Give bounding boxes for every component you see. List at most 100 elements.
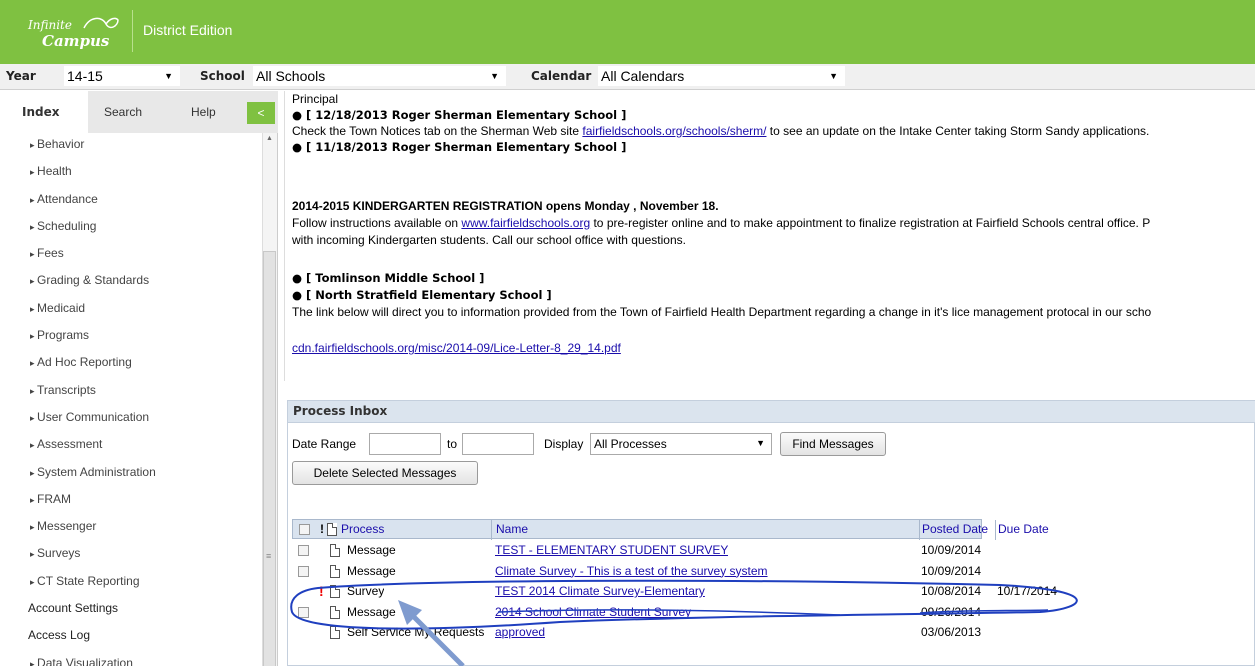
expand-arrow-icon: ▸ [30,331,38,342]
fairfield-schools-link[interactable]: www.fairfieldschools.org [461,216,590,230]
sidebar-item-ct-state-reporting[interactable]: ▸ CT State Reporting [0,572,260,599]
collapse-sidebar-button[interactable]: < [247,102,275,124]
delete-selected-messages-button[interactable]: Delete Selected Messages [292,461,478,485]
message-name-link[interactable]: TEST 2014 Climate Survey-Elementary [495,582,705,602]
sherman-web-link[interactable]: fairfieldschools.org/schools/sherm/ [582,124,766,138]
sidebar-item-fram[interactable]: ▸ FRAM [0,490,260,517]
main-content: Principal ● [ 12/18/2013 Roger Sherman E… [284,91,1255,666]
school-select[interactable]: All Schools ▼ [253,66,506,86]
message-name-link[interactable]: 2014 School Climate Student Survey [495,603,691,623]
logo-text-campus: Campus [42,32,110,50]
resize-grip-icon[interactable]: ≡ [266,551,271,561]
sidebar-item-assessment[interactable]: ▸ Assessment [0,435,260,462]
sidebar-item-label: Surveys [37,546,81,561]
row-checkbox[interactable] [298,565,309,577]
expand-arrow-icon: ▸ [30,221,38,232]
display-label: Display [544,437,584,451]
sidebar-item-label: Messenger [37,519,97,534]
table-row[interactable]: Self Service My Requests approved 03/06/20… [292,623,982,643]
sidebar-item-label: User Communication [37,409,150,424]
sidebar-item-scheduling[interactable]: ▸ Scheduling [0,217,260,244]
scroll-up-arrow-icon[interactable]: ▲ [266,135,273,142]
chevron-left-icon: < [257,106,265,120]
sidebar-item-access-log[interactable]: Access Log [0,626,260,653]
display-select[interactable]: All Processes ▼ [590,433,772,455]
sidebar-item-messenger[interactable]: ▸ Messenger [0,517,260,544]
context-filter-bar: Year 14-15 ▼ School All Schools ▼ Calend… [0,64,1255,90]
process-inbox-title: Process Inbox [288,401,1255,423]
notice-text-part: to see an update on the Intake Center ta… [766,124,1150,138]
year-select[interactable]: 14-15 ▼ [64,66,180,86]
sidebar-item-label: Account Settings [28,601,119,616]
dropdown-arrow-icon: ▼ [164,71,173,81]
due-date-cell: 10/17/2014 [997,584,1058,598]
sidebar-item-account-settings[interactable]: Account Settings [0,599,260,626]
sidebar-item-label: Ad Hoc Reporting [37,355,132,370]
sidebar-item-programs[interactable]: ▸ Programs [0,326,260,353]
sidebar-item-ad-hoc-reporting[interactable]: ▸ Ad Hoc Reporting [0,353,260,380]
notice-heading: ● [ 12/18/2013 Roger Sherman Elementary … [292,108,627,122]
notice-text-part: to pre-register online and to make appoi… [590,216,1151,230]
process-cell: Self Service My Requests [347,625,485,639]
sidebar-scrollbar-thumb[interactable] [263,251,276,666]
notice-heading-text: [ 12/18/2013 Roger Sherman Elementary Sc… [306,108,627,122]
user-notices-panel: Principal ● [ 12/18/2013 Roger Sherman E… [284,91,1255,381]
table-header-row: ! Process Name Posted Date Due Date [292,519,1049,540]
logo-swoosh-icon [83,17,119,29]
display-select-value: All Processes [594,437,667,451]
tab-search[interactable]: Search [104,105,142,119]
sidebar-item-attendance[interactable]: ▸ Attendance [0,190,260,217]
name-column-header[interactable]: Name [496,520,528,540]
sidebar: Index Search Help < ▸ Behavior ▸ Health ▸ … [0,91,278,666]
process-column-header[interactable]: Process [341,520,384,540]
date-from-input[interactable] [369,433,441,455]
column-divider [995,520,996,540]
lice-letter-link[interactable]: cdn.fairfieldschools.org/misc/2014-09/Li… [292,341,621,355]
sidebar-item-surveys[interactable]: ▸ Surveys [0,544,260,571]
sidebar-tabs: Index Search Help < [0,91,278,133]
sidebar-item-label: Fees [37,246,64,261]
sidebar-item-label: Data Visualization [37,655,133,666]
row-checkbox[interactable] [298,606,309,618]
tab-index[interactable]: Index [0,91,88,133]
date-to-label: to [447,437,458,451]
table-row[interactable]: ! Survey TEST 2014 Climate Survey-Elementa… [292,582,1057,602]
year-select-value: 14-15 [67,68,103,84]
school-label: School [200,69,245,83]
sidebar-item-health[interactable]: ▸ Health [0,162,260,189]
notice-heading: ● [ 11/18/2013 Roger Sherman Elementary … [292,140,627,154]
sidebar-item-fees[interactable]: ▸ Fees [0,244,260,271]
sidebar-item-label: CT State Reporting [37,573,140,588]
message-name-link[interactable]: approved [495,623,545,643]
due-date-column-header[interactable]: Due Date [998,520,1049,540]
message-name-link[interactable]: Climate Survey - This is a test of the s… [495,562,768,582]
calendar-select[interactable]: All Calendars ▼ [598,66,845,86]
row-checkbox[interactable] [298,545,309,556]
sidebar-item-medicaid[interactable]: ▸ Medicaid [0,299,260,326]
expand-arrow-icon: ▸ [30,167,38,178]
table-row[interactable]: Message Climate Survey - This is a test o… [292,562,982,582]
sidebar-item-transcripts[interactable]: ▸ Transcripts [0,381,260,408]
tab-help[interactable]: Help [191,105,216,119]
infinite-campus-logo[interactable]: Infinite Campus [28,14,124,50]
sidebar-item-behavior[interactable]: ▸ Behavior [0,135,260,162]
posted-date-cell: 03/06/2013 [921,625,982,639]
table-row[interactable]: Message TEST - ELEMENTARY STUDENT SURVEY 1… [292,541,982,561]
expand-arrow-icon: ▸ [30,412,38,423]
select-all-checkbox[interactable] [299,524,310,535]
sidebar-item-grading-standards[interactable]: ▸ Grading & Standards [0,271,260,298]
message-name-link[interactable]: TEST - ELEMENTARY STUDENT SURVEY [495,541,728,561]
table-row[interactable]: Message 2014 School Climate Student Surve… [292,603,982,623]
sidebar-item-system-administration[interactable]: ▸ System Administration [0,463,260,490]
sidebar-item-label: Scheduling [37,218,97,233]
expand-arrow-icon: ▸ [30,249,38,260]
posted-date-column-header[interactable]: Posted Date [922,520,988,540]
sidebar-item-user-communication[interactable]: ▸ User Communication [0,408,260,435]
date-to-input[interactable] [462,433,534,455]
sidebar-item-data-visualization[interactable]: ▸ Data Visualization [0,654,260,666]
calendar-select-value: All Calendars [601,68,685,84]
expand-arrow-icon: ▸ [30,522,38,533]
expand-arrow-icon: ▸ [30,194,38,205]
expand-arrow-icon: ▸ [30,658,38,666]
find-messages-button[interactable]: Find Messages [780,432,886,456]
